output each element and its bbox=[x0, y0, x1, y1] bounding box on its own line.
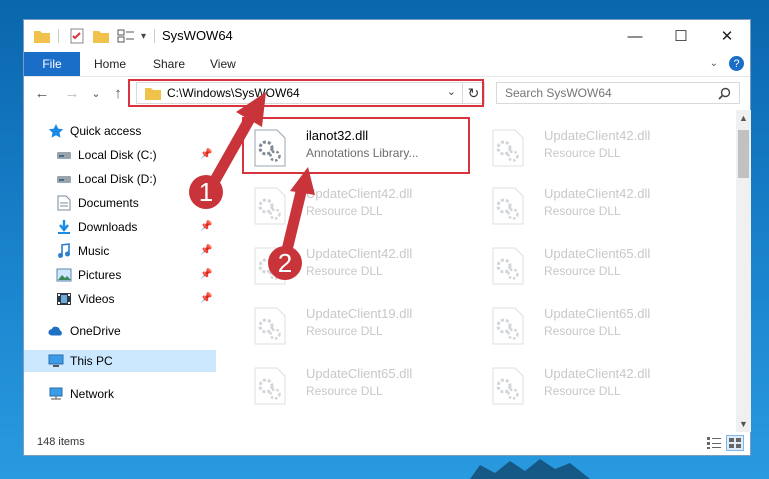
step-arrows bbox=[208, 92, 315, 260]
arrow-step-1 bbox=[208, 92, 266, 188]
arrow-step-2 bbox=[280, 167, 315, 260]
step-2-badge: 2 bbox=[268, 246, 302, 280]
step-1-badge: 1 bbox=[189, 175, 223, 209]
